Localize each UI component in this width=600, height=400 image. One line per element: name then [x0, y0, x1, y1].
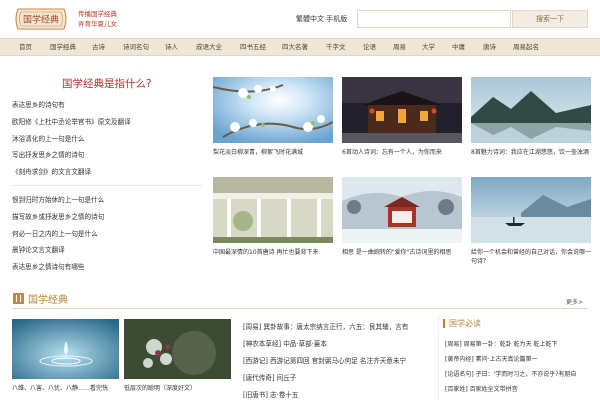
list-item[interactable]: 表达思乡的诗句有 — [12, 97, 202, 114]
traditional-chinese-link[interactable]: 繁體中文 — [296, 15, 324, 23]
list-item[interactable]: [唐代传奇] 间丘子 — [243, 371, 433, 388]
card-caption[interactable]: 8首魅力诗词：我应在江湖悠悠，饮一壶浊酒 — [471, 148, 591, 157]
card-caption[interactable]: 八维、八害、八优、八静……看完恍 — [12, 384, 119, 393]
list-item[interactable]: 何必一日之内的上一句是什么 — [12, 226, 202, 243]
slogan-line-2: 弄育华夏儿女 — [78, 20, 117, 28]
section-divider — [12, 308, 588, 309]
pear-blossom-image[interactable] — [212, 77, 334, 143]
mobile-version-link[interactable]: 手机版 — [326, 15, 347, 23]
article-card[interactable]: 八维、八害、八优、八静……看完恍 — [12, 319, 119, 393]
search-button[interactable]: 搜索一下 — [512, 10, 588, 28]
article-card[interactable]: 6首动人诗词：忘有一个人，为你而来 — [342, 77, 462, 157]
list-item[interactable]: 恨到归时方始休的上一句是什么 — [12, 192, 202, 209]
site-logo[interactable]: 国学经典 — [12, 5, 70, 33]
list-item[interactable]: [黄帝内经] 素问·上古天真论篇第一 — [445, 353, 591, 368]
nav-item-classics[interactable]: 国学经典 — [50, 39, 76, 57]
nav-item-ancient-poems[interactable]: 古诗 — [92, 39, 105, 57]
site-slogan: 传播国学经典 弄育华夏儿女 — [78, 9, 117, 29]
must-read-list: [周易] 周易第一卦：乾卦 乾为天 乾上乾下 [黄帝内经] 素问·上古天真论篇第… — [445, 338, 591, 398]
nav-item-four-books[interactable]: 四书五经 — [240, 39, 266, 57]
water-drop-image[interactable] — [12, 319, 119, 379]
night-village-image[interactable] — [342, 77, 462, 143]
article-card[interactable]: 中国最深情的10首唐诗 再忙也要背下来 — [213, 177, 333, 257]
nav-item-naming[interactable]: 周易起名 — [513, 39, 539, 57]
nav-item-thousand-char[interactable]: 千字文 — [326, 39, 346, 57]
snow-pavilion-image[interactable] — [342, 177, 462, 243]
slogan-line-1: 传播国学经典 — [78, 10, 117, 18]
frost-plant-image[interactable] — [124, 319, 231, 379]
nav-item-idioms[interactable]: 成语大全 — [196, 39, 222, 57]
list-item[interactable]: [百家姓] 百家姓全文带拼音 — [445, 383, 591, 398]
language-switch: 繁體中文 手机版 — [296, 14, 347, 24]
list-item[interactable]: [旧唐书] 志·卷十五 — [243, 388, 433, 400]
card-caption[interactable]: 6首动人诗词：忘有一个人，为你而来 — [342, 148, 462, 157]
list-item[interactable]: [周易] 周易第一卦：乾卦 乾为天 乾上乾下 — [445, 338, 591, 353]
list-item[interactable]: 描写故乡或抒发思乡之情的诗句 — [12, 209, 202, 226]
card-caption[interactable]: 梨花淡白柳深青，柳絮飞时花满城 — [213, 148, 333, 157]
book-icon — [13, 293, 24, 304]
card-caption[interactable]: 相思 是一曲婉转的"爱你"古诗词里的相思 — [342, 248, 462, 257]
card-caption[interactable]: 给你一个机会和曾经的自己对话，你会说哪一句诗？ — [471, 248, 591, 266]
classics-list: [周易] 巽卦故事：唐太宗纳言正行，六五：艮其辅，言有 [神农本草经] 中品·草… — [243, 320, 433, 400]
list-item[interactable]: 欧阳修《上杜中丞论举官书》原文及翻译 — [12, 114, 202, 131]
intro-title[interactable]: 国学经典是指什么? — [62, 76, 152, 91]
nav-item-zhongyong[interactable]: 中庸 — [452, 39, 465, 57]
nav-item-zhouyi[interactable]: 周易 — [393, 39, 406, 57]
logo-text: 国学经典 — [23, 14, 59, 26]
list-item[interactable]: 写出抒发思乡之情的诗句 — [12, 147, 202, 164]
article-card[interactable]: 低层次的聪明（深度好文） — [124, 319, 231, 393]
article-card[interactable]: 给你一个机会和曾经的自己对话，你会说哪一句诗？ — [471, 177, 591, 266]
pavilion-garden-image[interactable] — [213, 177, 333, 243]
list-item[interactable]: [周易] 巽卦故事：唐太宗纳言正行，六五：艮其辅，言有 — [243, 320, 433, 337]
nav-item-poets[interactable]: 诗人 — [165, 39, 178, 57]
article-card[interactable]: 相思 是一曲婉转的"爱你"古诗词里的相思 — [342, 177, 462, 257]
list-divider — [12, 185, 202, 186]
nav-item-analects[interactable]: 论语 — [363, 39, 376, 57]
list-item[interactable]: 《刻舟求剑》的文言文翻译 — [12, 164, 202, 181]
list-item[interactable]: 沐浴清化的上一句是什么 — [12, 131, 202, 148]
must-read-panel: 国学必读 [周易] 周易第一卦：乾卦 乾为天 乾上乾下 [黄帝内经] 素问·上古… — [438, 314, 590, 400]
main-nav: 首页 国学经典 古诗 诗词名句 诗人 成语大全 四书五经 四大名著 千字文 论语… — [0, 38, 600, 56]
card-caption[interactable]: 低层次的聪明（深度好文） — [124, 384, 231, 393]
nav-item-famous-lines[interactable]: 诗词名句 — [123, 39, 149, 57]
must-read-title: 国学必读 — [443, 319, 481, 328]
intro-links-bottom: 恨到归时方始休的上一句是什么 描写故乡或抒发思乡之情的诗句 何必一日之内的上一句… — [12, 192, 202, 276]
list-item[interactable]: [西游记] 西游记第四回 官封弼马心何足 名注齐天意未宁 — [243, 354, 433, 371]
search-input[interactable] — [357, 10, 511, 28]
section-title[interactable]: 国学经典 — [28, 291, 68, 306]
list-item[interactable]: 表达思乡之情诗句有哪些 — [12, 259, 202, 276]
nav-item-daxue[interactable]: 大学 — [422, 39, 435, 57]
misty-boat-image[interactable] — [471, 177, 591, 243]
nav-item-tang-poems[interactable]: 唐诗 — [483, 39, 496, 57]
lake-mountains-image[interactable] — [471, 77, 591, 143]
list-item[interactable]: [神农本草经] 中品·草部·蓋本 — [243, 337, 433, 354]
article-card[interactable]: 梨花淡白柳深青，柳絮飞时花满城 — [212, 77, 334, 157]
list-item[interactable]: 晨钟论文言文翻译 — [12, 242, 202, 259]
intro-links-top: 表达思乡的诗句有 欧阳修《上杜中丞论举官书》原文及翻译 沐浴清化的上一句是什么 … — [12, 97, 202, 181]
article-card[interactable]: 8首魅力诗词：我应在江湖悠悠，饮一壶浊酒 — [471, 77, 591, 157]
more-link[interactable]: 更多> — [566, 297, 583, 306]
nav-item-four-novels[interactable]: 四大名著 — [282, 39, 308, 57]
site-header: 国学经典 传播国学经典 弄育华夏儿女 繁體中文 手机版 搜索一下 — [0, 0, 600, 38]
card-caption[interactable]: 中国最深情的10首唐诗 再忙也要背下来 — [213, 248, 333, 257]
nav-item-home[interactable]: 首页 — [19, 39, 32, 57]
list-item[interactable]: [论语名句] 子曰：'学而时习之，不亦说乎?有朋自 — [445, 368, 591, 383]
